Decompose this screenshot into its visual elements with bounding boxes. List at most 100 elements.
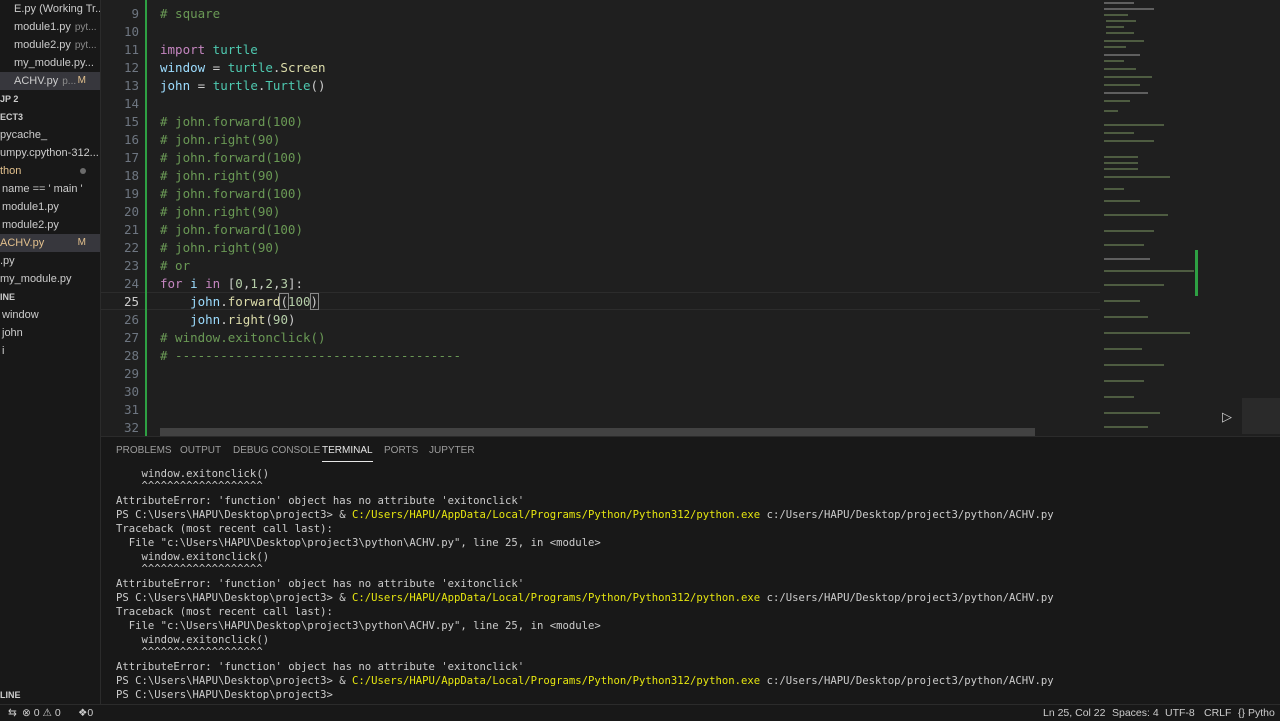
outline-item[interactable]: window	[0, 306, 100, 324]
modified-dot-icon	[80, 168, 86, 174]
open-editor-item[interactable]: module2.py pyt...	[0, 36, 100, 54]
line-number: 25	[123, 294, 139, 309]
line-number: 26	[123, 312, 139, 327]
open-editor-item-active[interactable]: ACHV.py p... M	[0, 72, 100, 90]
broadcast-icon: ❖	[78, 707, 88, 719]
line-number: 31	[123, 402, 139, 417]
code-text: john.forward(100)	[160, 293, 320, 310]
code-editor[interactable]: 9 # square 10 11 import turtle 12 window = …	[101, 0, 1101, 436]
terminal-line: Traceback (most recent call last):	[116, 606, 333, 618]
outline-item[interactable]: i	[0, 342, 100, 360]
ports-status[interactable]: ❖0	[78, 707, 93, 719]
file-item[interactable]: .py	[0, 252, 100, 270]
open-editor-item[interactable]: my_module.py...	[0, 54, 100, 72]
folder-item[interactable]: pycache_	[0, 126, 100, 144]
line-number: 24	[123, 276, 139, 291]
tab-debug-console[interactable]: DEBUG CONSOLE	[233, 445, 320, 456]
code-text: # john.forward(100)	[160, 222, 303, 237]
terminal-line: AttributeError: 'function' object has no…	[116, 578, 525, 590]
folder-item[interactable]: thon	[0, 162, 100, 180]
code-text: # john.right(90)	[160, 240, 281, 255]
encoding-status[interactable]: UTF-8	[1165, 707, 1195, 719]
braces-icon: {}	[1238, 707, 1246, 719]
tab-problems[interactable]: PROBLEMS	[116, 445, 172, 456]
code-text: john.right(90)	[160, 312, 296, 327]
line-number: 17	[123, 150, 139, 165]
open-editor-item[interactable]: E.py (Working Tr...	[0, 0, 100, 18]
code-text: john = turtle.Turtle()	[160, 78, 326, 93]
open-editor-item[interactable]: module1.py pyt...	[0, 18, 100, 36]
eol-status[interactable]: CRLF	[1204, 707, 1231, 719]
file-item[interactable]: module1.py	[0, 198, 100, 216]
file-label: umpy.cpython-312...	[0, 147, 99, 159]
language-mode[interactable]: {} Pytho	[1238, 707, 1275, 719]
bottom-panel: PROBLEMS OUTPUT DEBUG CONSOLE TERMINAL P…	[101, 436, 1280, 705]
file-item[interactable]: name == ' main '	[0, 180, 100, 198]
line-number: 21	[123, 222, 139, 237]
line-number: 27	[123, 330, 139, 345]
terminal-line: PS C:\Users\HAPU\Desktop\project3> & C:/…	[116, 675, 1054, 687]
line-number: 22	[123, 240, 139, 255]
line-number: 23	[123, 258, 139, 273]
horizontal-scrollbar[interactable]	[160, 428, 1035, 436]
file-label: module2.py	[2, 219, 59, 231]
editor-right-gutter	[1208, 0, 1280, 436]
tab-terminal[interactable]: TERMINAL	[322, 445, 373, 462]
code-text: # square	[160, 6, 221, 21]
indentation-status[interactable]: Spaces: 4	[1112, 707, 1159, 719]
code-text: # john.forward(100)	[160, 150, 303, 165]
terminal-line: File "c:\Users\HAPU\Desktop\project3\pyt…	[116, 537, 601, 549]
cursor-position[interactable]: Ln 25, Col 22	[1043, 707, 1105, 719]
minimap[interactable]	[1100, 0, 1208, 436]
tab-ports[interactable]: PORTS	[384, 445, 418, 456]
status-bar: ⇆ ⊗ 0 ⚠ 0 ❖0 Ln 25, Col 22 Spaces: 4 UTF…	[0, 704, 1280, 721]
file-label: module1.py	[14, 21, 71, 33]
outline-item[interactable]: john	[0, 324, 100, 342]
line-number: 13	[123, 78, 139, 93]
terminal-prompt[interactable]: PS C:\Users\HAPU\Desktop\project3>	[116, 688, 333, 702]
terminal-line: AttributeError: 'function' object has no…	[116, 495, 525, 507]
line-number: 9	[131, 6, 139, 21]
tab-jupyter[interactable]: JUPYTER	[429, 445, 475, 456]
terminal-line: PS C:\Users\HAPU\Desktop\project3> & C:/…	[116, 592, 1054, 604]
line-number: 12	[123, 60, 139, 75]
section-label: JP 2	[0, 94, 19, 104]
terminal-line: File "c:\Users\HAPU\Desktop\project3\pyt…	[116, 620, 601, 632]
file-item[interactable]: module2.py	[0, 216, 100, 234]
code-text: # john.right(90)	[160, 132, 281, 147]
file-label: ACHV.py	[0, 237, 45, 249]
explorer-sidebar: E.py (Working Tr... module1.py pyt... mod…	[0, 0, 101, 704]
file-item[interactable]: umpy.cpython-312...	[0, 144, 100, 162]
line-number: 14	[123, 96, 139, 111]
file-label: my_module.py	[0, 273, 72, 285]
folder-section[interactable]: ECT3	[0, 108, 100, 126]
terminal-line: ^^^^^^^^^^^^^^^^^^^	[116, 646, 263, 658]
line-number: 18	[123, 168, 139, 183]
file-item-active[interactable]: ACHV.py M	[0, 234, 100, 252]
git-added-gutter	[145, 0, 147, 436]
code-text: # or	[160, 258, 191, 273]
timeline-section[interactable]: LINE	[0, 686, 100, 704]
outline-section[interactable]: INE	[0, 288, 100, 306]
file-item[interactable]: my_module.py	[0, 270, 100, 288]
file-path-desc: p...	[62, 76, 77, 87]
line-number: 32	[123, 420, 139, 435]
line-number: 30	[123, 384, 139, 399]
code-text: # --------------------------------------	[160, 348, 462, 363]
folder-section[interactable]: JP 2	[0, 90, 100, 108]
code-text: # john.right(90)	[160, 204, 281, 219]
code-text: # john.forward(100)	[160, 114, 303, 129]
file-label: name == ' main '	[2, 183, 83, 195]
problems-status[interactable]: ⊗ 0 ⚠ 0	[22, 707, 61, 719]
remote-icon[interactable]: ⇆	[8, 707, 17, 719]
code-text: # john.right(90)	[160, 168, 281, 183]
run-python-icon[interactable]: ▷	[1214, 404, 1240, 430]
line-number: 28	[123, 348, 139, 363]
section-label: INE	[0, 292, 16, 302]
tab-output[interactable]: OUTPUT	[180, 445, 221, 456]
code-text: window = turtle.Screen	[160, 60, 326, 75]
error-icon: ⊗	[22, 707, 31, 719]
file-label: ACHV.py	[14, 75, 59, 87]
line-number: 16	[123, 132, 139, 147]
side-panel-stub	[1242, 398, 1280, 434]
